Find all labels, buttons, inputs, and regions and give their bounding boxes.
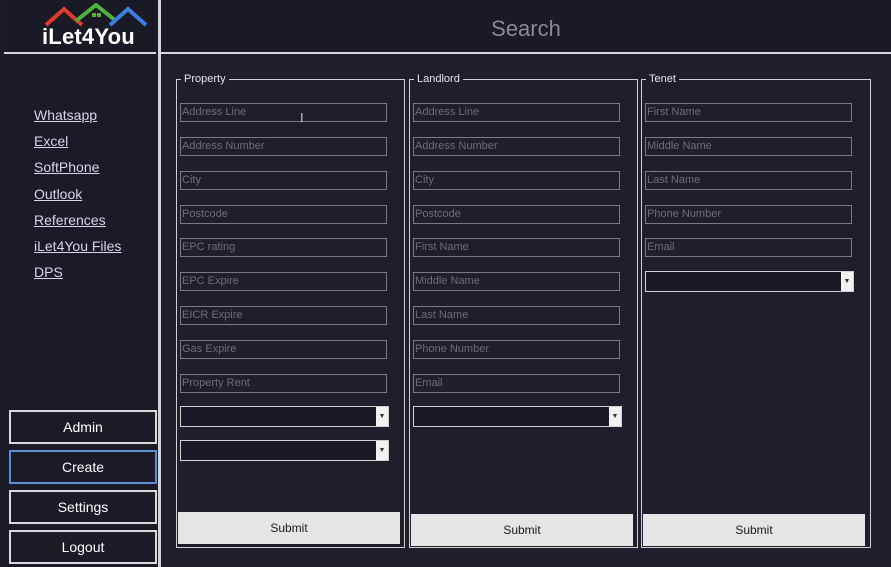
landlord-email-input[interactable]: Email <box>413 374 620 393</box>
tenet-dropdown[interactable]: ▼ <box>645 271 854 292</box>
landlord-address-line-input[interactable]: Address Line <box>413 103 620 122</box>
nav-link-ilet4you-files[interactable]: iLet4You Files <box>34 235 121 261</box>
property-submit-button[interactable]: Submit <box>178 512 400 544</box>
landlord-dropdown[interactable]: ▼ <box>413 406 622 427</box>
tenet-group: Tenet First Name Middle Name Last Name P… <box>641 71 871 548</box>
nav-link-whatsapp[interactable]: Whatsapp <box>34 104 121 130</box>
logo-text: iLet4You <box>42 24 135 49</box>
landlord-middle-name-input[interactable]: Middle Name <box>413 272 620 291</box>
landlord-city-input[interactable]: City <box>413 171 620 190</box>
chevron-down-icon[interactable]: ▼ <box>609 407 621 426</box>
property-dropdown-1[interactable]: ▼ <box>180 406 389 427</box>
chevron-down-icon[interactable]: ▼ <box>376 407 388 426</box>
property-eicr-expire-input[interactable]: EICR Expire <box>180 306 387 325</box>
nav-link-softphone[interactable]: SoftPhone <box>34 156 121 182</box>
nav-link-dps[interactable]: DPS <box>34 261 121 287</box>
nav-link-excel[interactable]: Excel <box>34 130 121 156</box>
chevron-down-icon[interactable]: ▼ <box>376 441 388 460</box>
tenet-first-name-input[interactable]: First Name <box>645 103 852 122</box>
landlord-last-name-input[interactable]: Last Name <box>413 306 620 325</box>
landlord-address-number-input[interactable]: Address Number <box>413 137 620 156</box>
tenet-last-name-input[interactable]: Last Name <box>645 171 852 190</box>
property-gas-expire-input[interactable]: Gas Expire <box>180 340 387 359</box>
admin-button[interactable]: Admin <box>9 410 157 444</box>
logo: iLet4You <box>4 0 156 54</box>
settings-button[interactable]: Settings <box>9 490 157 524</box>
landlord-phone-number-input[interactable]: Phone Number <box>413 340 620 359</box>
create-button[interactable]: Create <box>9 450 157 484</box>
nav-link-outlook[interactable]: Outlook <box>34 183 121 209</box>
chevron-down-icon[interactable]: ▼ <box>841 272 853 291</box>
landlord-group: Landlord Address Line Address Number Cit… <box>409 71 638 548</box>
tenet-submit-button[interactable]: Submit <box>643 514 865 546</box>
landlord-postcode-input[interactable]: Postcode <box>413 205 620 224</box>
tenet-phone-number-input[interactable]: Phone Number <box>645 205 852 224</box>
landlord-group-title: Landlord <box>414 71 463 87</box>
text-cursor-icon: I <box>300 110 304 125</box>
property-group-title: Property <box>181 71 229 87</box>
landlord-submit-button[interactable]: Submit <box>411 514 633 546</box>
sidebar-divider <box>158 0 161 567</box>
property-group: Property Address Line Address Number Cit… <box>176 71 405 548</box>
logout-button[interactable]: Logout <box>9 530 157 564</box>
header: Search <box>161 0 891 54</box>
sidebar: iLet4You Whatsapp Excel SoftPhone Outloo… <box>0 0 158 567</box>
property-city-input[interactable]: City <box>180 171 387 190</box>
property-epc-rating-input[interactable]: EPC rating <box>180 238 387 257</box>
property-epc-expire-input[interactable]: EPC Expire <box>180 272 387 291</box>
property-rent-input[interactable]: Property Rent <box>180 374 387 393</box>
nav-link-references[interactable]: References <box>34 209 121 235</box>
tenet-middle-name-input[interactable]: Middle Name <box>645 137 852 156</box>
landlord-first-name-input[interactable]: First Name <box>413 238 620 257</box>
tenet-group-title: Tenet <box>646 71 679 87</box>
property-address-line-input[interactable]: Address Line <box>180 103 387 122</box>
property-postcode-input[interactable]: Postcode <box>180 205 387 224</box>
property-dropdown-2[interactable]: ▼ <box>180 440 389 461</box>
property-address-number-input[interactable]: Address Number <box>180 137 387 156</box>
page-title: Search <box>491 16 561 41</box>
sidebar-nav: Whatsapp Excel SoftPhone Outlook Referen… <box>34 104 121 287</box>
tenet-email-input[interactable]: Email <box>645 238 852 257</box>
